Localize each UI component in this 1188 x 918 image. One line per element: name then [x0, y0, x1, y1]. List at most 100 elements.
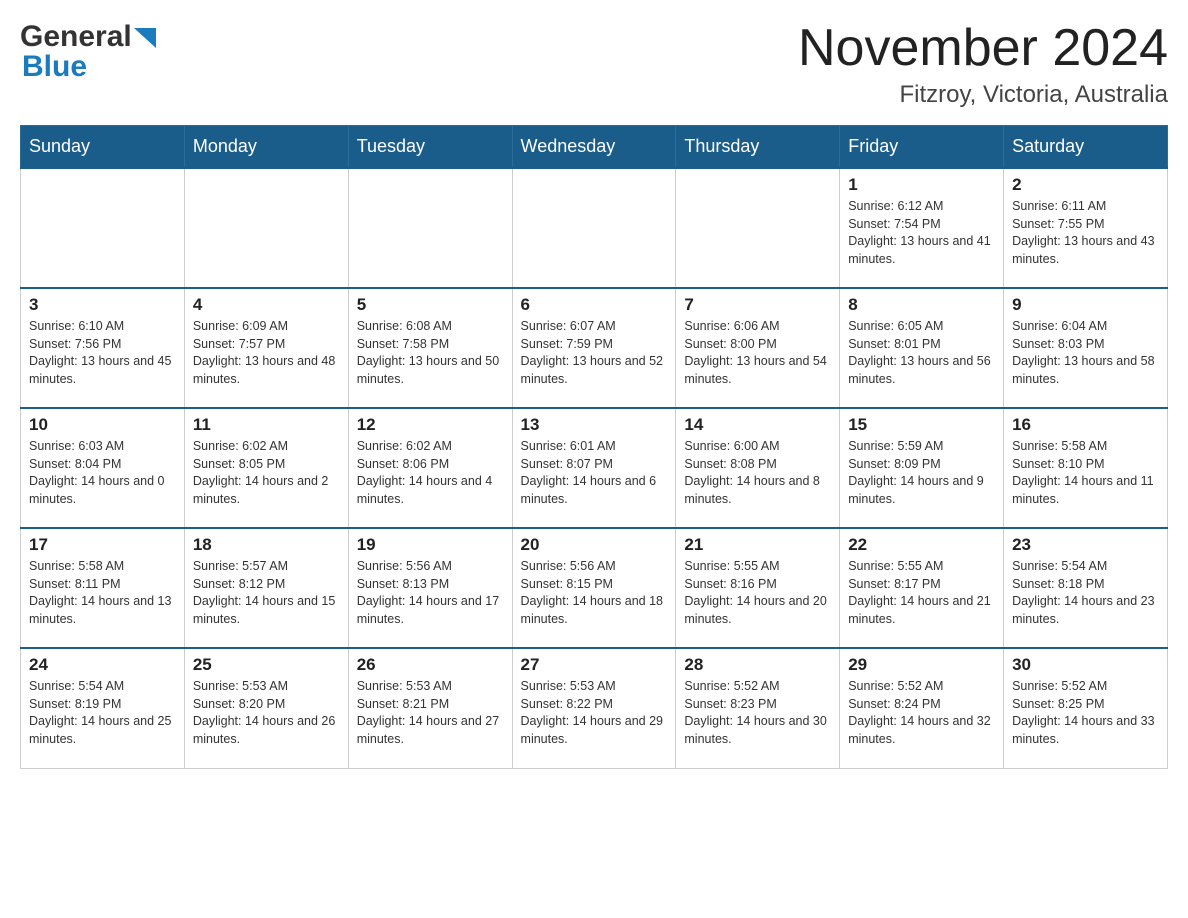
calendar-cell: 25 Sunrise: 5:53 AM Sunset: 8:20 PM Dayli…: [184, 648, 348, 768]
day-info: Sunrise: 6:10 AM Sunset: 7:56 PM Dayligh…: [29, 318, 176, 388]
weekday-header-row: Sunday Monday Tuesday Wednesday Thursday…: [21, 126, 1168, 169]
header-friday: Friday: [840, 126, 1004, 169]
calendar-cell: 15Sunrise: 5:59 AM Sunset: 8:09 PM Dayli…: [840, 408, 1004, 528]
calendar-cell: 9Sunrise: 6:04 AM Sunset: 8:03 PM Daylig…: [1004, 288, 1168, 408]
day-info: Sunrise: 5:58 AM Sunset: 8:11 PM Dayligh…: [29, 558, 176, 628]
day-number: 23: [1012, 535, 1159, 555]
day-number: 27: [521, 655, 668, 675]
day-number: 18: [193, 535, 340, 555]
calendar-cell: 8 Sunrise: 6:05 AM Sunset: 8:01 PM Daylig…: [840, 288, 1004, 408]
day-info: Sunrise: 5:54 AM Sunset: 8:18 PM Dayligh…: [1012, 558, 1159, 628]
day-info: Sunrise: 6:09 AM Sunset: 7:57 PM Dayligh…: [193, 318, 340, 388]
day-number: 6: [521, 295, 668, 315]
day-number: 11: [193, 415, 340, 435]
logo-general-text: General: [20, 20, 132, 54]
calendar-cell: [21, 168, 185, 288]
day-info: Sunrise: 5:59 AM Sunset: 8:09 PM Dayligh…: [848, 438, 995, 508]
calendar-cell: 30 Sunrise: 5:52 AM Sunset: 8:25 PM Dayli…: [1004, 648, 1168, 768]
day-number: 25: [193, 655, 340, 675]
day-number: 26: [357, 655, 504, 675]
day-info: Sunrise: 5:54 AM Sunset: 8:19 PM Dayligh…: [29, 678, 176, 748]
logo: General Blue: [20, 20, 156, 84]
day-number: 2: [1012, 175, 1159, 195]
calendar-cell: 2Sunrise: 6:11 AM Sunset: 7:55 PM Daylig…: [1004, 168, 1168, 288]
week-row-1: 1Sunrise: 6:12 AM Sunset: 7:54 PM Daylig…: [21, 168, 1168, 288]
day-number: 17: [29, 535, 176, 555]
day-number: 28: [684, 655, 831, 675]
day-number: 8: [848, 295, 995, 315]
header-thursday: Thursday: [676, 126, 840, 169]
calendar-cell: [348, 168, 512, 288]
calendar-cell: 6 Sunrise: 6:07 AM Sunset: 7:59 PM Daylig…: [512, 288, 676, 408]
day-info: Sunrise: 5:55 AM Sunset: 8:16 PM Dayligh…: [684, 558, 831, 628]
calendar-cell: 10Sunrise: 6:03 AM Sunset: 8:04 PM Dayli…: [21, 408, 185, 528]
day-info: Sunrise: 5:57 AM Sunset: 8:12 PM Dayligh…: [193, 558, 340, 628]
calendar-cell: 7 Sunrise: 6:06 AM Sunset: 8:00 PM Daylig…: [676, 288, 840, 408]
calendar-cell: 5 Sunrise: 6:08 AM Sunset: 7:58 PM Daylig…: [348, 288, 512, 408]
week-row-4: 17 Sunrise: 5:58 AM Sunset: 8:11 PM Dayli…: [21, 528, 1168, 648]
calendar-cell: 24 Sunrise: 5:54 AM Sunset: 8:19 PM Dayli…: [21, 648, 185, 768]
day-info: Sunrise: 5:53 AM Sunset: 8:20 PM Dayligh…: [193, 678, 340, 748]
day-number: 16: [1012, 415, 1159, 435]
header-sunday: Sunday: [21, 126, 185, 169]
calendar-cell: 22Sunrise: 5:55 AM Sunset: 8:17 PM Dayli…: [840, 528, 1004, 648]
day-info: Sunrise: 6:07 AM Sunset: 7:59 PM Dayligh…: [521, 318, 668, 388]
calendar-cell: 20 Sunrise: 5:56 AM Sunset: 8:15 PM Dayli…: [512, 528, 676, 648]
day-number: 21: [684, 535, 831, 555]
calendar-table: Sunday Monday Tuesday Wednesday Thursday…: [20, 125, 1168, 769]
day-number: 3: [29, 295, 176, 315]
calendar-cell: 1Sunrise: 6:12 AM Sunset: 7:54 PM Daylig…: [840, 168, 1004, 288]
calendar-cell: 26Sunrise: 5:53 AM Sunset: 8:21 PM Dayli…: [348, 648, 512, 768]
day-number: 24: [29, 655, 176, 675]
day-info: Sunrise: 6:06 AM Sunset: 8:00 PM Dayligh…: [684, 318, 831, 388]
day-info: Sunrise: 6:01 AM Sunset: 8:07 PM Dayligh…: [521, 438, 668, 508]
day-number: 30: [1012, 655, 1159, 675]
page-header: General Blue November 2024 Fitzroy, Vict…: [20, 20, 1168, 109]
day-number: 29: [848, 655, 995, 675]
calendar-cell: 27 Sunrise: 5:53 AM Sunset: 8:22 PM Dayli…: [512, 648, 676, 768]
day-number: 5: [357, 295, 504, 315]
week-row-5: 24 Sunrise: 5:54 AM Sunset: 8:19 PM Dayli…: [21, 648, 1168, 768]
day-number: 4: [193, 295, 340, 315]
calendar-cell: [184, 168, 348, 288]
calendar-cell: 17 Sunrise: 5:58 AM Sunset: 8:11 PM Dayli…: [21, 528, 185, 648]
day-info: Sunrise: 5:53 AM Sunset: 8:22 PM Dayligh…: [521, 678, 668, 748]
calendar-cell: 28 Sunrise: 5:52 AM Sunset: 8:23 PM Dayli…: [676, 648, 840, 768]
calendar-cell: 29 Sunrise: 5:52 AM Sunset: 8:24 PM Dayli…: [840, 648, 1004, 768]
week-row-2: 3 Sunrise: 6:10 AM Sunset: 7:56 PM Daylig…: [21, 288, 1168, 408]
day-number: 13: [521, 415, 668, 435]
calendar-cell: 4 Sunrise: 6:09 AM Sunset: 7:57 PM Daylig…: [184, 288, 348, 408]
day-info: Sunrise: 5:56 AM Sunset: 8:15 PM Dayligh…: [521, 558, 668, 628]
day-info: Sunrise: 5:56 AM Sunset: 8:13 PM Dayligh…: [357, 558, 504, 628]
calendar-cell: 12Sunrise: 6:02 AM Sunset: 8:06 PM Dayli…: [348, 408, 512, 528]
day-number: 19: [357, 535, 504, 555]
calendar-cell: 23 Sunrise: 5:54 AM Sunset: 8:18 PM Dayli…: [1004, 528, 1168, 648]
title-block: November 2024 Fitzroy, Victoria, Austral…: [798, 20, 1168, 109]
day-info: Sunrise: 6:05 AM Sunset: 8:01 PM Dayligh…: [848, 318, 995, 388]
day-info: Sunrise: 5:52 AM Sunset: 8:24 PM Dayligh…: [848, 678, 995, 748]
logo-chevron-icon: [134, 28, 156, 48]
location-title: Fitzroy, Victoria, Australia: [798, 81, 1168, 109]
day-number: 1: [848, 175, 995, 195]
week-row-3: 10Sunrise: 6:03 AM Sunset: 8:04 PM Dayli…: [21, 408, 1168, 528]
header-tuesday: Tuesday: [348, 126, 512, 169]
calendar-cell: 21 Sunrise: 5:55 AM Sunset: 8:16 PM Dayli…: [676, 528, 840, 648]
calendar-cell: 18 Sunrise: 5:57 AM Sunset: 8:12 PM Dayli…: [184, 528, 348, 648]
logo-blue-text: Blue: [22, 50, 156, 84]
calendar-cell: 19 Sunrise: 5:56 AM Sunset: 8:13 PM Dayli…: [348, 528, 512, 648]
day-number: 20: [521, 535, 668, 555]
calendar-cell: 3 Sunrise: 6:10 AM Sunset: 7:56 PM Daylig…: [21, 288, 185, 408]
day-info: Sunrise: 6:00 AM Sunset: 8:08 PM Dayligh…: [684, 438, 831, 508]
calendar-cell: 11Sunrise: 6:02 AM Sunset: 8:05 PM Dayli…: [184, 408, 348, 528]
day-info: Sunrise: 5:52 AM Sunset: 8:23 PM Dayligh…: [684, 678, 831, 748]
calendar-cell: 16 Sunrise: 5:58 AM Sunset: 8:10 PM Dayli…: [1004, 408, 1168, 528]
day-info: Sunrise: 5:55 AM Sunset: 8:17 PM Dayligh…: [848, 558, 995, 628]
day-info: Sunrise: 5:58 AM Sunset: 8:10 PM Dayligh…: [1012, 438, 1159, 508]
day-number: 7: [684, 295, 831, 315]
header-wednesday: Wednesday: [512, 126, 676, 169]
calendar-cell: [512, 168, 676, 288]
day-number: 12: [357, 415, 504, 435]
day-info: Sunrise: 6:08 AM Sunset: 7:58 PM Dayligh…: [357, 318, 504, 388]
day-info: Sunrise: 5:52 AM Sunset: 8:25 PM Dayligh…: [1012, 678, 1159, 748]
calendar-cell: [676, 168, 840, 288]
